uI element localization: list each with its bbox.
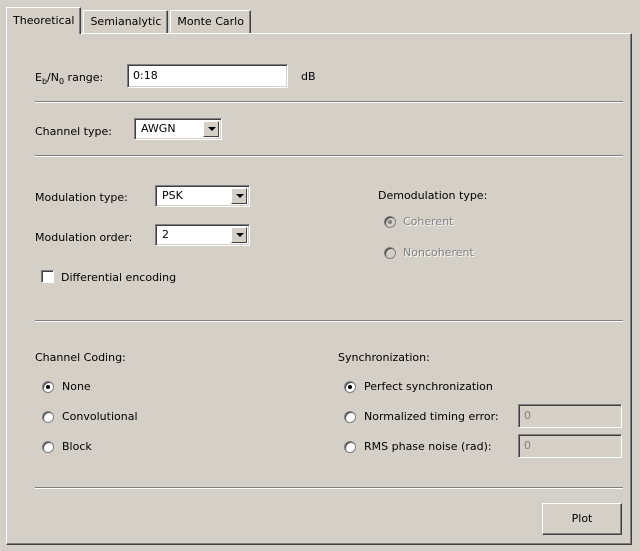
tab-monte-carlo[interactable]: Monte Carlo	[170, 10, 251, 34]
radio-coding-block[interactable]	[42, 441, 54, 453]
separator	[35, 320, 623, 322]
channel-type-select[interactable]: AWGN	[134, 118, 222, 140]
radio-noncoherent[interactable]	[384, 247, 396, 259]
separator	[35, 101, 623, 103]
theoretical-panel	[6, 33, 632, 545]
chevron-down-icon[interactable]	[203, 121, 219, 137]
coherent-label: Coherent	[403, 215, 454, 228]
chevron-down-icon[interactable]	[231, 188, 247, 204]
tab-semianalytic[interactable]: Semianalytic	[83, 10, 169, 34]
channel-coding-label: Channel Coding:	[35, 351, 126, 364]
modulation-type-select[interactable]: PSK	[155, 185, 250, 207]
plot-button[interactable]: Plot	[542, 503, 622, 535]
sync-phase-noise-label: RMS phase noise (rad):	[364, 440, 492, 453]
modulation-order-label: Modulation order:	[35, 231, 133, 244]
chevron-down-icon[interactable]	[231, 227, 247, 243]
noncoherent-label: Noncoherent	[403, 246, 474, 259]
differential-encoding-checkbox[interactable]	[41, 270, 54, 283]
modulation-type-label: Modulation type:	[35, 191, 128, 204]
radio-sync-phase-noise[interactable]	[344, 441, 356, 453]
tab-theoretical[interactable]: Theoretical	[6, 7, 82, 34]
coding-none-label: None	[62, 380, 91, 393]
separator	[35, 487, 623, 489]
ebno-range-label: Eb/N0 range:	[35, 71, 104, 86]
ebno-range-input[interactable]: 0:18	[127, 64, 288, 88]
ebno-unit-label: dB	[301, 70, 316, 83]
demodulation-type-label: Demodulation type:	[378, 189, 488, 202]
radio-sync-perfect[interactable]	[344, 381, 356, 393]
radio-coding-convolutional[interactable]	[42, 411, 54, 423]
timing-error-input[interactable]: 0	[518, 404, 622, 428]
tab-strip: Theoretical Semianalytic Monte Carlo	[6, 6, 253, 34]
radio-coherent[interactable]	[384, 216, 396, 228]
radio-coding-none[interactable]	[42, 381, 54, 393]
coding-block-label: Block	[62, 440, 92, 453]
modulation-type-value: PSK	[162, 189, 183, 202]
coding-convolutional-label: Convolutional	[62, 410, 138, 423]
channel-type-value: AWGN	[141, 122, 176, 135]
modulation-order-select[interactable]: 2	[155, 224, 250, 246]
sync-perfect-label: Perfect synchronization	[364, 380, 493, 393]
channel-type-label: Channel type:	[35, 125, 112, 138]
synchronization-label: Synchronization:	[338, 351, 430, 364]
radio-sync-timing[interactable]	[344, 411, 356, 423]
sync-timing-label: Normalized timing error:	[364, 410, 499, 423]
differential-encoding-label: Differential encoding	[61, 271, 177, 284]
separator	[35, 155, 623, 157]
phase-noise-input[interactable]: 0	[518, 434, 622, 458]
modulation-order-value: 2	[162, 228, 169, 241]
